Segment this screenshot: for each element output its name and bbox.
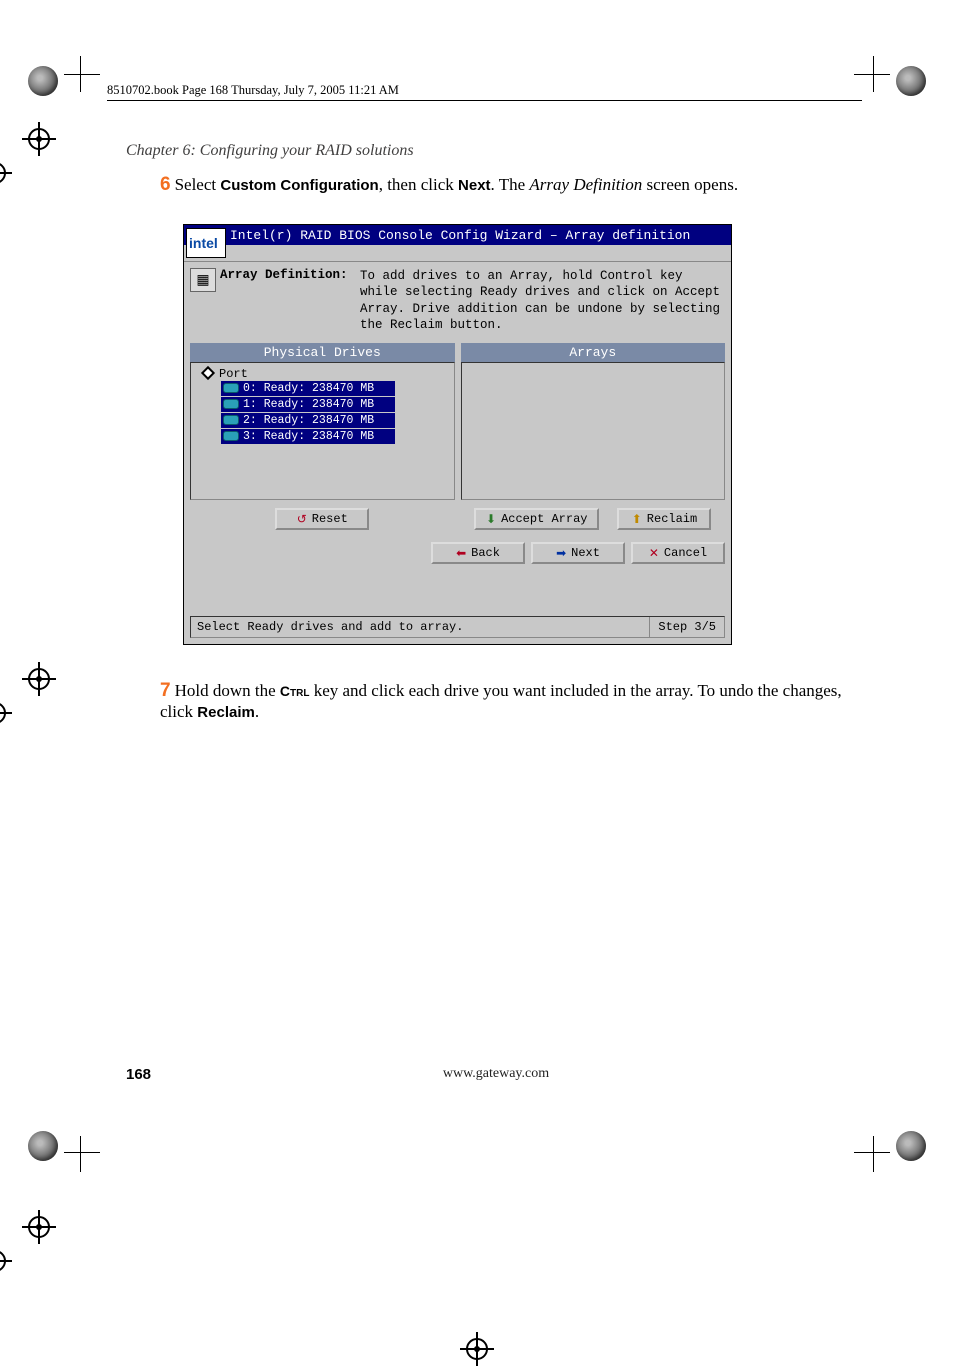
down-arrow-icon: ⬇ <box>486 512 496 526</box>
page-number: 168 <box>126 1066 151 1083</box>
reset-button[interactable]: ↺Reset <box>275 508 369 530</box>
step-text: Select Custom Configuration, then click … <box>175 175 739 194</box>
next-arrow-icon: ➡ <box>556 546 566 560</box>
arrays-panel: Arrays ⬇Accept Array ⬆Reclaim <box>461 343 726 538</box>
instruction-row: ▦ Array Definition: To add drives to an … <box>184 262 731 343</box>
port-icon <box>201 366 215 380</box>
physical-drives-panel: Physical Drives Port 0: Ready: 238470 MB… <box>190 343 455 538</box>
ctrl-key: Ctrl <box>280 683 310 699</box>
screenshot-array-definition: intel Intel(r) RAID BIOS Console Config … <box>183 224 732 645</box>
toolbar-strip <box>184 245 731 262</box>
crop-ornament <box>28 66 58 96</box>
close-icon: ✕ <box>649 546 659 560</box>
registration-mark-icon <box>22 122 56 156</box>
back-arrow-icon: ⬅ <box>456 546 466 560</box>
registration-mark-icon <box>0 156 12 190</box>
chapter-title: Chapter 6: Configuring your RAID solutio… <box>126 142 414 160</box>
panel-header: Physical Drives <box>190 343 455 362</box>
registration-mark-icon <box>0 696 12 730</box>
step-text: Hold down the Ctrl key and click each dr… <box>160 681 842 721</box>
status-text: Select Ready drives and add to array. <box>191 620 649 634</box>
crop-ornament <box>28 1131 58 1161</box>
step-7: 7 Hold down the Ctrl key and click each … <box>160 680 860 722</box>
wizard-nav: ⬅Back ➡Next ✕Cancel <box>190 542 725 564</box>
window-title: Intel(r) RAID BIOS Console Config Wizard… <box>230 228 690 243</box>
step-number: 7 <box>160 680 171 701</box>
registration-mark-icon <box>460 1332 494 1366</box>
drive-item[interactable]: 2: Ready: 238470 MB <box>221 413 395 428</box>
drive-item[interactable]: 3: Ready: 238470 MB <box>221 429 395 444</box>
crop-ornament <box>896 66 926 96</box>
drive-icon <box>223 383 239 393</box>
drive-icon <box>223 431 239 441</box>
window-titlebar: intel Intel(r) RAID BIOS Console Config … <box>184 225 731 245</box>
registration-mark-icon <box>0 1244 12 1278</box>
status-bar: Select Ready drives and add to array. St… <box>190 616 725 638</box>
drive-icon <box>223 415 239 425</box>
page-footer: 168 www.gateway.com <box>126 1066 866 1084</box>
registration-mark-icon <box>22 1210 56 1244</box>
step-number: 6 <box>160 174 171 195</box>
crop-ornament <box>896 1131 926 1161</box>
back-button[interactable]: ⬅Back <box>431 542 525 564</box>
port-label: Port <box>219 367 248 381</box>
drive-icon <box>223 399 239 409</box>
accept-array-button[interactable]: ⬇Accept Array <box>474 508 599 530</box>
up-arrow-icon: ⬆ <box>632 512 642 526</box>
intel-logo-icon: intel <box>186 228 226 258</box>
instruction-text: To add drives to an Array, hold Control … <box>360 268 725 333</box>
arrays-area <box>461 362 726 500</box>
drive-item[interactable]: 1: Ready: 238470 MB <box>221 397 395 412</box>
reset-icon: ↺ <box>297 512 307 526</box>
next-button[interactable]: ➡Next <box>531 542 625 564</box>
drive-item[interactable]: 0: Ready: 238470 MB <box>221 381 395 396</box>
header-rule <box>107 100 862 101</box>
step-indicator: Step 3/5 <box>649 617 724 637</box>
footer-url: www.gateway.com <box>443 1066 549 1082</box>
panel-header: Arrays <box>461 343 726 362</box>
cancel-button[interactable]: ✕Cancel <box>631 542 725 564</box>
array-icon: ▦ <box>190 268 216 292</box>
drive-tree[interactable]: Port 0: Ready: 238470 MB 1: Ready: 23847… <box>190 362 455 500</box>
reclaim-button[interactable]: ⬆Reclaim <box>617 508 711 530</box>
running-header: 8510702.book Page 168 Thursday, July 7, … <box>107 83 399 98</box>
step-6: 6 Select Custom Configuration, then clic… <box>160 174 860 196</box>
registration-mark-icon <box>22 662 56 696</box>
instruction-label: Array Definition: <box>220 268 360 333</box>
